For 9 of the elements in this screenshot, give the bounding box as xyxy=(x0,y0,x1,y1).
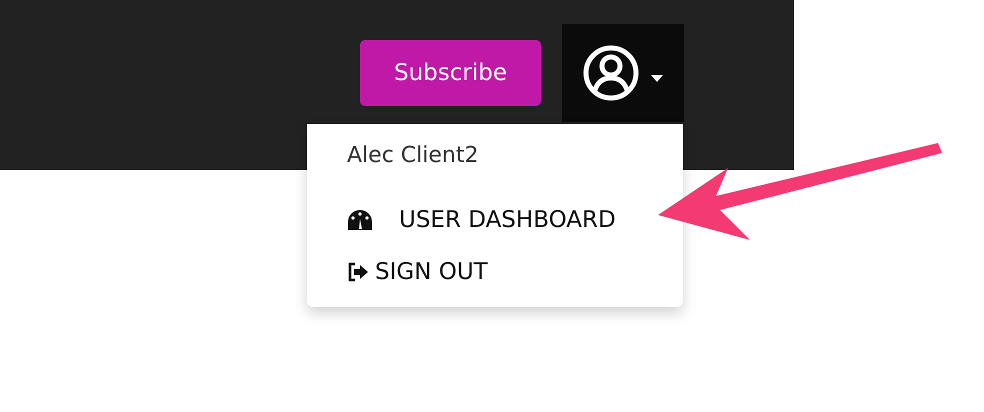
user-avatar-icon xyxy=(583,45,639,101)
user-menu-button[interactable] xyxy=(562,24,684,122)
sign-out-link[interactable]: SIGN OUT xyxy=(347,252,488,292)
user-name: Alec Client2 xyxy=(347,142,478,170)
caret-icon xyxy=(651,74,663,82)
dashboard-link[interactable]: USER DASHBOARD xyxy=(347,200,616,240)
sign-out-icon xyxy=(347,262,369,282)
gauge-icon xyxy=(347,209,373,231)
subscribe-button[interactable]: Subscribe xyxy=(360,40,541,106)
